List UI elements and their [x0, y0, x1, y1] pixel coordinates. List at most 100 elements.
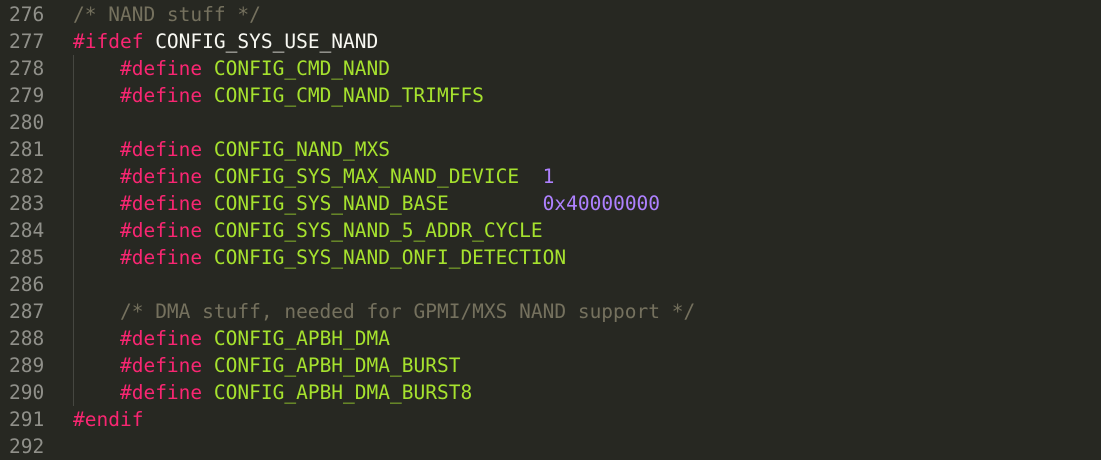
comment-token: /* NAND stuff */: [73, 3, 261, 26]
keyword-token: #endif: [73, 408, 144, 431]
code-line[interactable]: 282 #define CONFIG_SYS_MAX_NAND_DEVICE 1: [0, 163, 1101, 190]
code-text: /* DMA stuff, needed for GPMI/MXS NAND s…: [73, 298, 695, 325]
keyword-token: #define: [119, 165, 203, 188]
macro-token: CONFIG_NAND_MXS: [213, 138, 391, 161]
line-number: 291: [9, 408, 45, 431]
macro-token: CONFIG_APBH_DMA_BURST: [213, 354, 461, 377]
keyword-token: #define: [119, 381, 203, 404]
keyword-token: #define: [119, 327, 203, 350]
number-token: 1: [542, 165, 555, 188]
macro-token: CONFIG_CMD_NAND_TRIMFFS: [213, 84, 484, 107]
line-number: 289: [9, 354, 45, 377]
code-text: #ifdef CONFIG_SYS_USE_NAND: [73, 28, 378, 55]
macro-token: CONFIG_APBH_DMA_BURST8: [213, 381, 473, 404]
code-line[interactable]: 278 #define CONFIG_CMD_NAND: [0, 55, 1101, 82]
plain-token: CONFIG_SYS_USE_NAND: [143, 30, 379, 53]
macro-token: CONFIG_SYS_NAND_5_ADDR_CYCLE: [213, 219, 543, 242]
line-number: 278: [9, 57, 45, 80]
line-number: 282: [9, 165, 45, 188]
line-number: 286: [9, 273, 45, 296]
code-text: #define CONFIG_APBH_DMA: [73, 325, 390, 352]
code-line[interactable]: 290 #define CONFIG_APBH_DMA_BURST8: [0, 379, 1101, 406]
line-number: 288: [9, 327, 45, 350]
code-text: #define CONFIG_SYS_MAX_NAND_DEVICE 1: [73, 163, 554, 190]
code-line[interactable]: 280: [0, 109, 1101, 136]
line-number: 279: [9, 84, 45, 107]
line-number: 281: [9, 138, 45, 161]
keyword-token: #ifdef: [73, 30, 144, 53]
line-number: 285: [9, 246, 45, 269]
macro-token: CONFIG_SYS_MAX_NAND_DEVICE: [213, 165, 520, 188]
keyword-token: #define: [119, 57, 203, 80]
indent-guide: [73, 109, 74, 136]
keyword-token: #define: [119, 354, 203, 377]
macro-token: CONFIG_APBH_DMA: [213, 327, 391, 350]
code-line[interactable]: 291 #endif: [0, 406, 1101, 433]
keyword-token: #define: [119, 84, 203, 107]
line-number: 283: [9, 192, 45, 215]
code-line[interactable]: 285 #define CONFIG_SYS_NAND_ONFI_DETECTI…: [0, 244, 1101, 271]
line-number: 287: [9, 300, 45, 323]
code-line[interactable]: 289 #define CONFIG_APBH_DMA_BURST: [0, 352, 1101, 379]
code-line[interactable]: 284 #define CONFIG_SYS_NAND_5_ADDR_CYCLE: [0, 217, 1101, 244]
keyword-token: #define: [119, 219, 203, 242]
code-editor[interactable]: 276 /* NAND stuff */ 277 #ifdef CONFIG_SYS_…: [0, 1, 1101, 460]
macro-token: CONFIG_SYS_NAND_BASE: [213, 192, 449, 215]
line-number: 284: [9, 219, 45, 242]
number-token: 0x40000000: [542, 192, 661, 215]
keyword-token: #define: [119, 192, 203, 215]
comment-token: /* DMA stuff, needed for GPMI/MXS NAND s…: [119, 300, 696, 323]
code-line[interactable]: 288 #define CONFIG_APBH_DMA: [0, 325, 1101, 352]
macro-token: CONFIG_CMD_NAND: [213, 57, 391, 80]
code-line[interactable]: 286: [0, 271, 1101, 298]
line-number: 292: [9, 435, 45, 458]
code-line[interactable]: 279 #define CONFIG_CMD_NAND_TRIMFFS: [0, 82, 1101, 109]
code-line[interactable]: 287 /* DMA stuff, needed for GPMI/MXS NA…: [0, 298, 1101, 325]
code-text: #define CONFIG_NAND_MXS: [73, 136, 390, 163]
keyword-token: #define: [119, 138, 203, 161]
code-text: #define CONFIG_CMD_NAND_TRIMFFS: [73, 82, 484, 109]
code-line[interactable]: 277 #ifdef CONFIG_SYS_USE_NAND: [0, 28, 1101, 55]
line-number: 277: [9, 30, 45, 53]
code-line[interactable]: 281 #define CONFIG_NAND_MXS: [0, 136, 1101, 163]
code-text: /* NAND stuff */: [73, 1, 261, 28]
line-number: 276: [9, 3, 45, 26]
indent-guide: [73, 271, 74, 298]
code-line[interactable]: 276 /* NAND stuff */: [0, 1, 1101, 28]
code-text: #define CONFIG_SYS_NAND_BASE 0x40000000: [73, 190, 660, 217]
code-line[interactable]: 283 #define CONFIG_SYS_NAND_BASE 0x40000…: [0, 190, 1101, 217]
code-text: #define CONFIG_SYS_NAND_ONFI_DETECTION: [73, 244, 566, 271]
code-line[interactable]: 292: [0, 433, 1101, 460]
line-number: 280: [9, 111, 45, 134]
code-text: #define CONFIG_CMD_NAND: [73, 55, 390, 82]
code-text: #define CONFIG_SYS_NAND_5_ADDR_CYCLE: [73, 217, 543, 244]
keyword-token: #define: [119, 246, 203, 269]
code-text: #define CONFIG_APBH_DMA_BURST8: [73, 379, 472, 406]
code-text: #endif: [73, 406, 143, 433]
line-number: 290: [9, 381, 45, 404]
code-text: #define CONFIG_APBH_DMA_BURST: [73, 352, 460, 379]
